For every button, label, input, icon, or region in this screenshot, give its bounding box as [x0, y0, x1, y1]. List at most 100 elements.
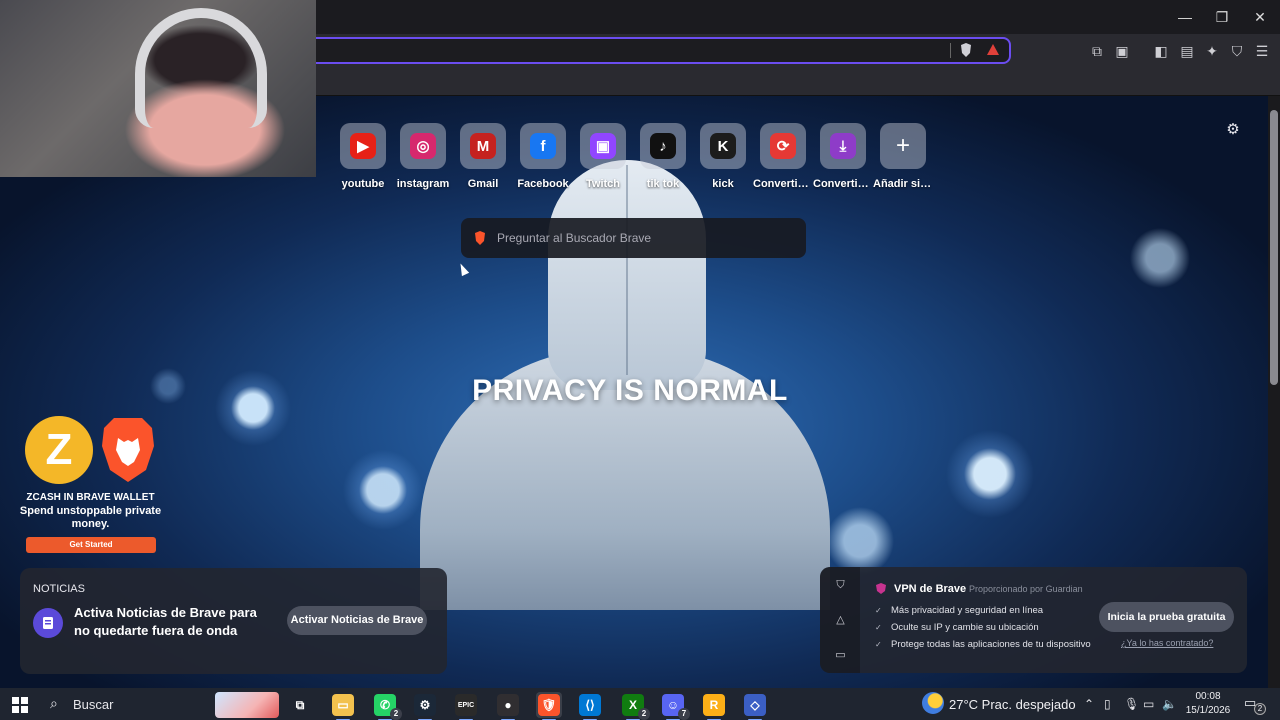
- settings-app-icon[interactable]: ◇: [742, 692, 768, 720]
- get-started-button[interactable]: Get Started: [26, 537, 156, 553]
- close-button[interactable]: ✕: [1244, 6, 1276, 28]
- instagram-icon: ◎: [410, 133, 436, 159]
- brave-search-icon: [475, 231, 485, 245]
- check-icon: ✓: [875, 623, 882, 632]
- top-site-label: Convertido...: [753, 178, 813, 190]
- top-site-label: youtube: [341, 178, 385, 190]
- top-site-tile[interactable]: ▣: [580, 123, 626, 169]
- brave-shields-icon[interactable]: [959, 42, 973, 58]
- epic-games-icon[interactable]: EPIC: [453, 692, 479, 720]
- top-site-tile[interactable]: ⤓: [820, 123, 866, 169]
- kick-icon: K: [710, 133, 736, 159]
- weather-icon[interactable]: [922, 692, 944, 714]
- top-site[interactable]: Kkick: [693, 123, 753, 190]
- youtube-icon: ▶: [350, 133, 376, 159]
- top-site[interactable]: ▣ Twitch: [573, 123, 633, 190]
- maximize-button[interactable]: ❐: [1206, 6, 1238, 28]
- app-badge: 2: [638, 708, 650, 720]
- background-figure-seam: [626, 165, 628, 375]
- top-site-tile[interactable]: M: [460, 123, 506, 169]
- screenshot-icon[interactable]: ▣: [1113, 42, 1131, 60]
- brave-icon[interactable]: 🛡: [536, 692, 562, 720]
- search-box[interactable]: [461, 218, 806, 258]
- microphone-icon[interactable]: 🎙: [1124, 697, 1139, 711]
- sidebar-icon[interactable]: ◧: [1152, 42, 1170, 60]
- gear-icon[interactable]: ⚙: [1225, 122, 1241, 138]
- windows-start-icon[interactable]: [12, 697, 28, 713]
- top-site-tile[interactable]: +: [880, 123, 926, 169]
- discord-icon[interactable]: ☺ 7: [660, 692, 690, 720]
- vpn-widget-icon[interactable]: ⛉: [834, 579, 847, 592]
- obs-icon-glyph: ●: [497, 694, 519, 716]
- search-icon: ⌕: [50, 695, 58, 711]
- top-site-label: Convertido...: [813, 178, 873, 190]
- address-bar[interactable]: [300, 37, 1011, 64]
- scrollbar-thumb[interactable]: [1270, 110, 1278, 385]
- xbox-icon[interactable]: X2: [620, 692, 650, 720]
- rockstar-icon[interactable]: R: [701, 692, 727, 720]
- gmail-icon: M: [470, 133, 496, 159]
- weather-text[interactable]: 27°C Prac. despejado: [949, 697, 1076, 712]
- obs-icon[interactable]: ●: [495, 692, 521, 720]
- search-input[interactable]: [497, 226, 793, 250]
- top-site-tile[interactable]: ▶: [340, 123, 386, 169]
- talk-widget-icon[interactable]: ▭: [834, 649, 847, 662]
- extensions-icon[interactable]: ⧉: [1088, 42, 1106, 60]
- system-clock[interactable]: 00:08 15/1/2026: [1183, 690, 1233, 718]
- vpn-feature-text: Oculte su IP y cambie su ubicación: [891, 622, 1039, 633]
- start-trial-button[interactable]: Inicia la prueba gratuita: [1099, 602, 1234, 632]
- top-site-tile[interactable]: ⟳: [760, 123, 806, 169]
- vscode-icon[interactable]: ⟨⟩: [577, 692, 603, 720]
- vpn-feature: ✓ Oculte su IP y cambie su ubicación: [875, 622, 1039, 633]
- news-heading: NOTICIAS: [33, 583, 85, 595]
- top-site[interactable]: + Añadir sitio: [873, 123, 933, 190]
- minimize-button[interactable]: —: [1169, 6, 1201, 28]
- top-site-label: kick: [712, 178, 734, 190]
- top-site[interactable]: ⟳ Convertido...: [753, 123, 813, 190]
- steam-icon[interactable]: ⚙: [412, 692, 438, 720]
- top-site[interactable]: f Facebook: [513, 123, 573, 190]
- news-card: NOTICIAS Activa Noticias de Brave para n…: [20, 568, 447, 674]
- clock-date: 15/1/2026: [1185, 705, 1231, 716]
- vpn-feature: ✓ Protege todas las aplicaciones de tu di…: [875, 639, 1091, 650]
- top-site-tile[interactable]: f: [520, 123, 566, 169]
- top-site[interactable]: ♪ tik tok: [633, 123, 693, 190]
- top-site-tile[interactable]: ◎: [400, 123, 446, 169]
- top-site-tile[interactable]: K: [700, 123, 746, 169]
- vscode-icon-glyph: ⟨⟩: [579, 694, 601, 716]
- vpn-feature: ✓ Más privacidad y seguridad en línea: [875, 605, 1043, 616]
- vpn-icon[interactable]: ⛉: [1228, 42, 1246, 60]
- brave-rewards-icon[interactable]: [986, 43, 1000, 56]
- plus-icon: +: [895, 132, 910, 159]
- search-highlight-image[interactable]: [215, 692, 279, 718]
- notification-icon[interactable]: ▭ 2: [1244, 695, 1266, 715]
- menu-icon[interactable]: ☰: [1253, 42, 1271, 60]
- whatsapp-icon[interactable]: ✆ 2: [372, 692, 402, 720]
- top-site[interactable]: M Gmail: [453, 123, 513, 190]
- already-subscribed-link[interactable]: ¿Ya lo has contratado?: [1121, 638, 1213, 648]
- leo-ai-icon[interactable]: ✦: [1203, 42, 1221, 60]
- chevron-up-icon[interactable]: ⌃: [1084, 697, 1094, 711]
- wallet-icon[interactable]: ▤: [1178, 42, 1196, 60]
- top-site-label: Añadir sitio: [873, 178, 933, 190]
- network-icon[interactable]: ▭: [1143, 697, 1154, 711]
- rewards-widget-icon[interactable]: △: [834, 614, 847, 627]
- file-explorer-icon[interactable]: ▭: [330, 692, 356, 720]
- top-site-label: Facebook: [517, 178, 569, 190]
- epic-games-icon-glyph: EPIC: [455, 694, 477, 716]
- vpn-card: ⛉ △ ▭ VPN de Brave Proporcionado por Gua…: [820, 567, 1247, 673]
- top-site[interactable]: ⤓ Convertido...: [813, 123, 873, 190]
- tiktok-icon: ♪: [650, 133, 676, 159]
- top-site-tile[interactable]: ♪: [640, 123, 686, 169]
- volume-icon[interactable]: 🔈: [1162, 697, 1177, 711]
- promo-subtitle: Spend unstoppable private money.: [19, 505, 162, 530]
- top-site[interactable]: ▶ youtube: [333, 123, 393, 190]
- webcam-overlay: [0, 0, 316, 177]
- converter-icon: ⟳: [770, 133, 796, 159]
- task-view-icon[interactable]: ⧉: [287, 692, 313, 718]
- vpn-logo-icon: [876, 583, 886, 594]
- top-site[interactable]: ◎ instagram: [393, 123, 453, 190]
- vpn-powered-by: Proporcionado por Guardian: [969, 584, 1083, 594]
- device-icon[interactable]: ▯: [1104, 697, 1111, 711]
- activate-news-button[interactable]: Activar Noticias de Brave: [287, 606, 427, 635]
